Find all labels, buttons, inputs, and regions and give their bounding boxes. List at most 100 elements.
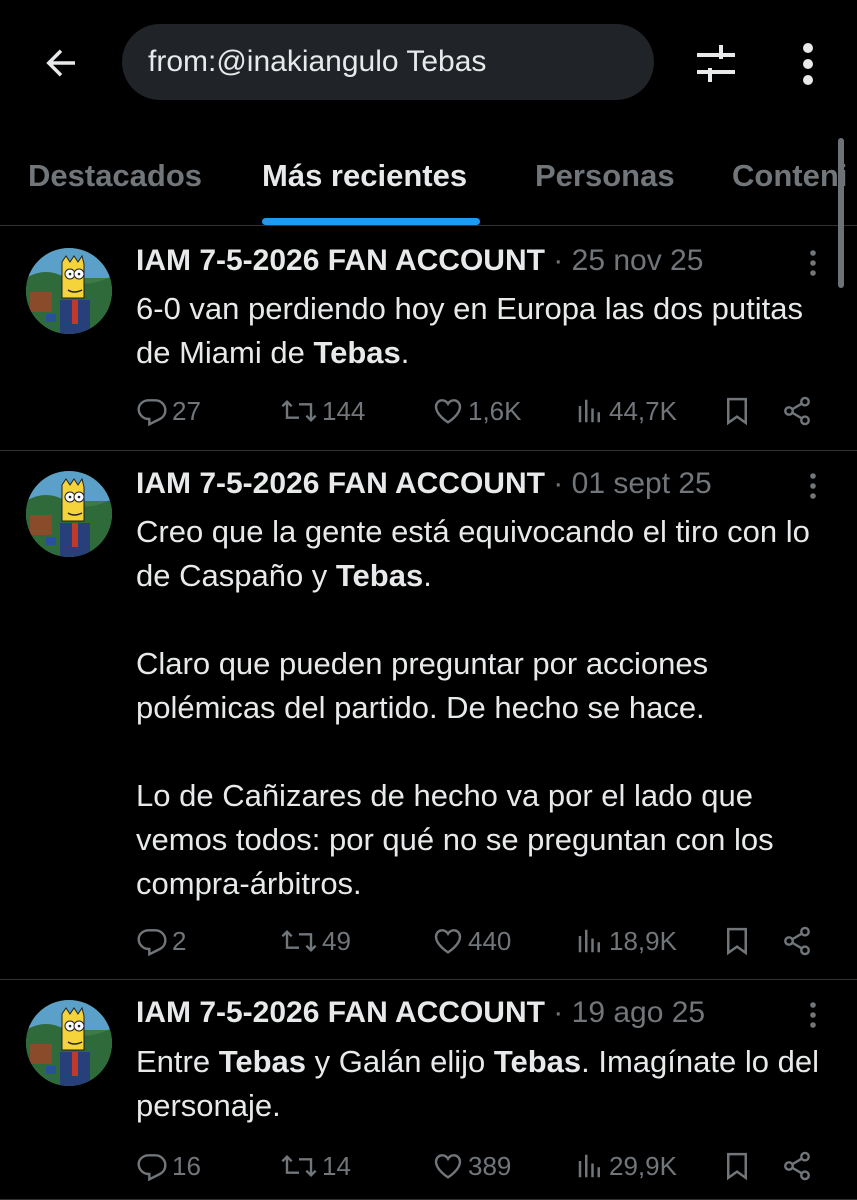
view-count: 44,7K bbox=[609, 395, 677, 426]
author-name[interactable]: IAM 7-5-2026 FAN ACCOUNT bbox=[136, 244, 545, 277]
tweet-date[interactable]: · 01 sept 25 bbox=[545, 467, 711, 500]
retweet-button[interactable]: 49 bbox=[280, 921, 351, 961]
tweet-paragraph: Lo de Cañizares de hecho va por el lado … bbox=[136, 774, 836, 906]
reply-button[interactable]: 27 bbox=[136, 391, 201, 431]
like-button[interactable]: 389 bbox=[432, 1146, 511, 1186]
bookmark-icon bbox=[727, 927, 747, 956]
share-icon bbox=[784, 1151, 810, 1181]
avatar[interactable] bbox=[26, 248, 112, 334]
views-chart-icon bbox=[578, 929, 600, 953]
tweet-paragraph: Creo que la gente está equivocando el ti… bbox=[136, 510, 836, 598]
tweet-text: Entre Tebas y Galán elijo Tebas. Imagína… bbox=[136, 1040, 836, 1128]
reply-icon bbox=[137, 929, 167, 957]
search-highlight: Tebas bbox=[493, 1044, 582, 1079]
share-button[interactable] bbox=[780, 921, 814, 961]
top-bar: from:@inakiangulo Tebas bbox=[0, 0, 857, 130]
reply-count: 27 bbox=[172, 395, 201, 426]
bart-simpson-avatar-icon bbox=[26, 1000, 112, 1086]
more-vertical-icon bbox=[810, 1002, 816, 1028]
tweet-date[interactable]: · 25 nov 25 bbox=[545, 244, 703, 277]
like-count: 389 bbox=[468, 1150, 512, 1181]
search-highlight: Tebas bbox=[335, 558, 424, 593]
views-button[interactable]: 44,7K bbox=[575, 391, 677, 431]
view-count: 29,9K bbox=[609, 1150, 677, 1181]
author-name[interactable]: IAM 7-5-2026 FAN ACCOUNT bbox=[136, 996, 545, 1029]
reply-count: 16 bbox=[172, 1150, 201, 1181]
more-vertical-icon bbox=[803, 43, 813, 85]
tweet-paragraph: Claro que pueden preguntar por acciones … bbox=[136, 642, 836, 730]
tweet-actions: 16 14 389 29,9K bbox=[0, 1146, 857, 1186]
retweet-button[interactable]: 144 bbox=[280, 391, 365, 431]
sliders-icon bbox=[697, 45, 735, 82]
tab-personas[interactable]: Personas bbox=[535, 158, 675, 194]
retweet-button[interactable]: 14 bbox=[280, 1146, 351, 1186]
tab-destacados[interactable]: Destacados bbox=[28, 158, 202, 194]
tweet-date[interactable]: · 19 ago 25 bbox=[545, 996, 705, 1029]
tweet-header: IAM 7-5-2026 FAN ACCOUNT · 01 sept 25 bbox=[136, 467, 712, 501]
like-button[interactable]: 440 bbox=[432, 921, 511, 961]
tweet-text: 6-0 van perdiendo hoy en Europa las dos … bbox=[136, 287, 836, 375]
more-vertical-icon bbox=[810, 250, 816, 276]
bookmark-icon bbox=[727, 397, 747, 426]
tweet-menu-button[interactable] bbox=[800, 998, 826, 1032]
text-segment: y Galán elijo bbox=[306, 1044, 494, 1079]
back-button[interactable] bbox=[36, 38, 86, 88]
tweet-menu-button[interactable] bbox=[800, 469, 826, 503]
views-button[interactable]: 29,9K bbox=[575, 1146, 677, 1186]
tweet[interactable]: IAM 7-5-2026 FAN ACCOUNT · 25 nov 25 6-0… bbox=[0, 226, 857, 451]
bookmark-button[interactable] bbox=[722, 391, 752, 431]
reply-button[interactable]: 16 bbox=[136, 1146, 201, 1186]
search-input[interactable]: from:@inakiangulo Tebas bbox=[122, 24, 654, 100]
tweet-text: Creo que la gente está equivocando el ti… bbox=[136, 510, 836, 906]
tweet-header: IAM 7-5-2026 FAN ACCOUNT · 25 nov 25 bbox=[136, 244, 703, 278]
search-highlight: Tebas bbox=[218, 1044, 307, 1079]
text-segment: Entre bbox=[136, 1044, 219, 1079]
more-vertical-icon bbox=[810, 473, 816, 499]
tweet[interactable]: IAM 7-5-2026 FAN ACCOUNT · 19 ago 25 Ent… bbox=[0, 980, 857, 1200]
share-button[interactable] bbox=[780, 1146, 814, 1186]
text-segment: . bbox=[423, 558, 432, 593]
views-chart-icon bbox=[578, 1154, 600, 1178]
bart-simpson-avatar-icon bbox=[26, 471, 112, 557]
search-tabs: Destacados Más recientes Personas Conten… bbox=[0, 130, 857, 226]
search-query: from:@inakiangulo Tebas bbox=[148, 45, 487, 78]
retweet-count: 144 bbox=[322, 395, 366, 426]
tweet-menu-button[interactable] bbox=[800, 246, 826, 280]
more-options-button[interactable] bbox=[790, 38, 826, 90]
reply-icon bbox=[137, 1154, 167, 1182]
avatar[interactable] bbox=[26, 1000, 112, 1086]
bookmark-button[interactable] bbox=[722, 1146, 752, 1186]
active-tab-indicator bbox=[262, 218, 480, 225]
reply-count: 2 bbox=[172, 925, 187, 956]
views-chart-icon bbox=[578, 399, 600, 423]
like-count: 1,6K bbox=[468, 395, 522, 426]
views-button[interactable]: 18,9K bbox=[575, 921, 677, 961]
tweet-header: IAM 7-5-2026 FAN ACCOUNT · 19 ago 25 bbox=[136, 996, 705, 1030]
bookmark-button[interactable] bbox=[722, 921, 752, 961]
tweet[interactable]: IAM 7-5-2026 FAN ACCOUNT · 01 sept 25 Cr… bbox=[0, 451, 857, 980]
reply-button[interactable]: 2 bbox=[136, 921, 186, 961]
tweet-actions: 27 144 1,6K 44,7K bbox=[0, 391, 857, 431]
text-segment: Claro que pueden preguntar por acciones … bbox=[136, 646, 709, 725]
heart-icon bbox=[434, 929, 462, 954]
text-segment: . bbox=[400, 335, 410, 370]
retweet-icon bbox=[281, 1154, 317, 1178]
filter-button[interactable] bbox=[690, 38, 742, 90]
heart-icon bbox=[434, 1154, 462, 1179]
text-segment: Creo que la gente está equivocando el ti… bbox=[136, 514, 810, 593]
retweet-count: 14 bbox=[322, 1150, 351, 1181]
like-count: 440 bbox=[468, 925, 512, 956]
tab-contenido[interactable]: Conteni bbox=[732, 158, 847, 194]
share-button[interactable] bbox=[780, 391, 814, 431]
retweet-count: 49 bbox=[322, 925, 351, 956]
bookmark-icon bbox=[727, 1152, 747, 1181]
retweet-icon bbox=[281, 399, 317, 423]
author-name[interactable]: IAM 7-5-2026 FAN ACCOUNT bbox=[136, 467, 545, 500]
tab-mas-recientes[interactable]: Más recientes bbox=[262, 158, 467, 194]
avatar[interactable] bbox=[26, 471, 112, 557]
like-button[interactable]: 1,6K bbox=[432, 391, 522, 431]
text-segment: 6-0 van perdiendo hoy en Europa las dos … bbox=[136, 291, 803, 370]
tweet-actions: 2 49 440 18,9K bbox=[0, 921, 857, 961]
share-icon bbox=[784, 396, 810, 426]
reply-icon bbox=[137, 399, 167, 427]
